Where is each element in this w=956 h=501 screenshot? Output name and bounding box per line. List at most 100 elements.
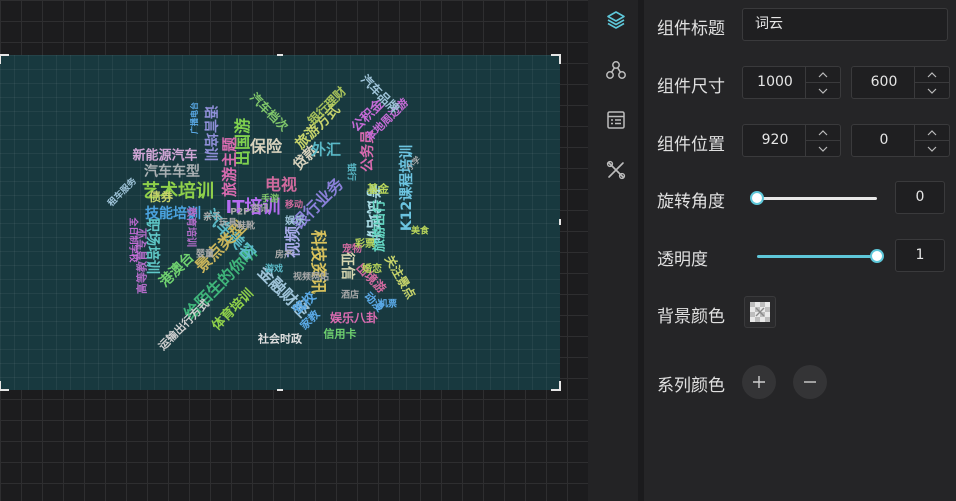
height-increment-button[interactable] [915, 67, 949, 83]
settings-icon-bar [594, 0, 638, 501]
word-32: 债券 [148, 190, 174, 204]
resize-handle-bottom-left[interactable] [0, 381, 9, 391]
pos-y-value[interactable]: 0 [852, 125, 916, 156]
word-46: 全日制学校 [127, 217, 138, 263]
word-38: 社会时政 [258, 332, 302, 346]
tools-icon[interactable] [604, 158, 628, 182]
remove-color-button[interactable] [793, 365, 827, 399]
height-decrement-button[interactable] [915, 83, 949, 98]
word-14: 旅游主题 [220, 136, 239, 198]
word-62: 房产 [274, 250, 294, 261]
word-57: 资讯 [250, 204, 270, 215]
word-37: 关注景点 [381, 252, 419, 302]
opacity-value[interactable]: 1 [895, 239, 945, 272]
word-47: 广播电台 [190, 102, 199, 134]
chevron-down-icon [818, 146, 828, 152]
size-label: 组件尺寸 [657, 77, 725, 97]
add-color-button[interactable] [742, 365, 776, 399]
wordcloud-component[interactable]: IT培训 科技资讯 艺术培训 金融财经 给陌生的你听 保险 电视 汽车美容 景点类型 视频 出国游贷… [0, 54, 561, 391]
word-59: 玩具 [218, 218, 238, 229]
word-28: 语言培训 [202, 105, 218, 161]
rotation-value[interactable]: 0 [895, 181, 945, 214]
pos-x-decrement-button[interactable] [806, 141, 840, 156]
word-35: 高等教育专业 [135, 228, 149, 294]
width-stepper [805, 67, 840, 98]
title-label: 组件标题 [657, 19, 725, 39]
chevron-up-icon [927, 71, 937, 77]
width-increment-button[interactable] [806, 67, 840, 83]
pos-x-value[interactable]: 920 [743, 125, 807, 156]
resize-handle-top[interactable] [277, 54, 283, 56]
series-color-label: 系列颜色 [657, 376, 725, 396]
word-30: 汽车档次 [247, 90, 291, 134]
layers-icon[interactable] [604, 8, 628, 32]
pos-x-stepper [805, 125, 840, 156]
transparent-swatch-icon [750, 302, 770, 322]
pos-x-input[interactable]: 920 [742, 124, 841, 157]
word-51: 婚恋 [362, 264, 382, 275]
word-17: 汽车车型 [144, 164, 200, 180]
nodes-icon[interactable] [604, 58, 628, 82]
pos-y-increment-button[interactable] [915, 125, 949, 141]
pos-x-increment-button[interactable] [806, 125, 840, 141]
chevron-up-icon [927, 129, 937, 135]
height-value[interactable]: 600 [852, 67, 916, 98]
word-22: 旅游出行 [372, 199, 388, 253]
word-67: 酒店 [340, 290, 360, 301]
pos-y-decrement-button[interactable] [915, 141, 949, 156]
word-66: 机票 [378, 299, 398, 310]
word-6: 电视 [264, 175, 298, 194]
word-65: 婴童 [195, 249, 215, 260]
opacity-slider[interactable] [757, 249, 884, 263]
word-44: 基金 [367, 182, 389, 196]
plus-icon [753, 376, 765, 388]
word-48: 教育培训 [185, 207, 196, 247]
resize-handle-top-right[interactable] [551, 54, 561, 64]
width-value[interactable]: 1000 [743, 67, 807, 98]
chevron-up-icon [818, 71, 828, 77]
chevron-up-icon [818, 129, 828, 135]
word-16: 港澳台 [156, 249, 198, 291]
minus-icon [804, 381, 816, 383]
word-36: 娱乐八卦 [329, 311, 379, 325]
word-5: 保险 [249, 137, 283, 156]
word-58: 鞋靴 [236, 221, 256, 232]
bg-color-picker[interactable] [744, 296, 776, 328]
width-input[interactable]: 1000 [742, 66, 841, 99]
word-61: 彩票 [355, 239, 375, 250]
word-52: 娱乐 [285, 216, 305, 227]
chevron-down-icon [927, 88, 937, 94]
word-53: P2P [230, 207, 250, 218]
chevron-down-icon [818, 88, 828, 94]
word-56: 手游 [260, 194, 280, 205]
width-decrement-button[interactable] [806, 83, 840, 98]
opacity-slider-thumb[interactable] [870, 249, 884, 263]
resize-handle-bottom[interactable] [277, 389, 283, 391]
word-1: 科技资讯 [309, 229, 328, 295]
word-27: 征信 [339, 252, 355, 280]
word-24: 新能源汽车 [132, 148, 198, 164]
word-13: 外汇 [310, 140, 342, 159]
resize-handle-top-left[interactable] [0, 54, 9, 64]
rotation-label: 旋转角度 [657, 192, 725, 212]
word-63: 游戏 [264, 264, 284, 275]
height-stepper [914, 67, 949, 98]
word-39: 信用卡 [323, 327, 357, 341]
editor-canvas[interactable]: IT培训 科技资讯 艺术培训 金融财经 给陌生的你听 保险 电视 汽车美容 景点类型 视频 出国游贷… [0, 0, 588, 501]
height-input[interactable]: 600 [851, 66, 950, 99]
resize-handle-bottom-right[interactable] [551, 381, 561, 391]
list-icon[interactable] [604, 108, 628, 132]
word-64: 视频网站 [292, 272, 330, 283]
title-input[interactable]: 词云 [742, 8, 948, 41]
bg-color-label: 背景颜色 [657, 307, 725, 327]
rotation-slider-thumb[interactable] [750, 191, 764, 205]
word-50: 银行 [345, 162, 356, 182]
chevron-down-icon [927, 146, 937, 152]
pos-y-input[interactable]: 0 [851, 124, 950, 157]
position-label: 组件位置 [657, 135, 725, 155]
rotation-slider[interactable] [750, 191, 877, 205]
resize-handle-right[interactable] [559, 219, 561, 225]
pos-y-stepper [914, 125, 949, 156]
word-45: 租车服务 [106, 176, 139, 209]
wordcloud: IT培训 科技资讯 艺术培训 金融财经 给陌生的你听 保险 电视 汽车美容 景点类型 视频 出国游贷… [0, 55, 560, 390]
